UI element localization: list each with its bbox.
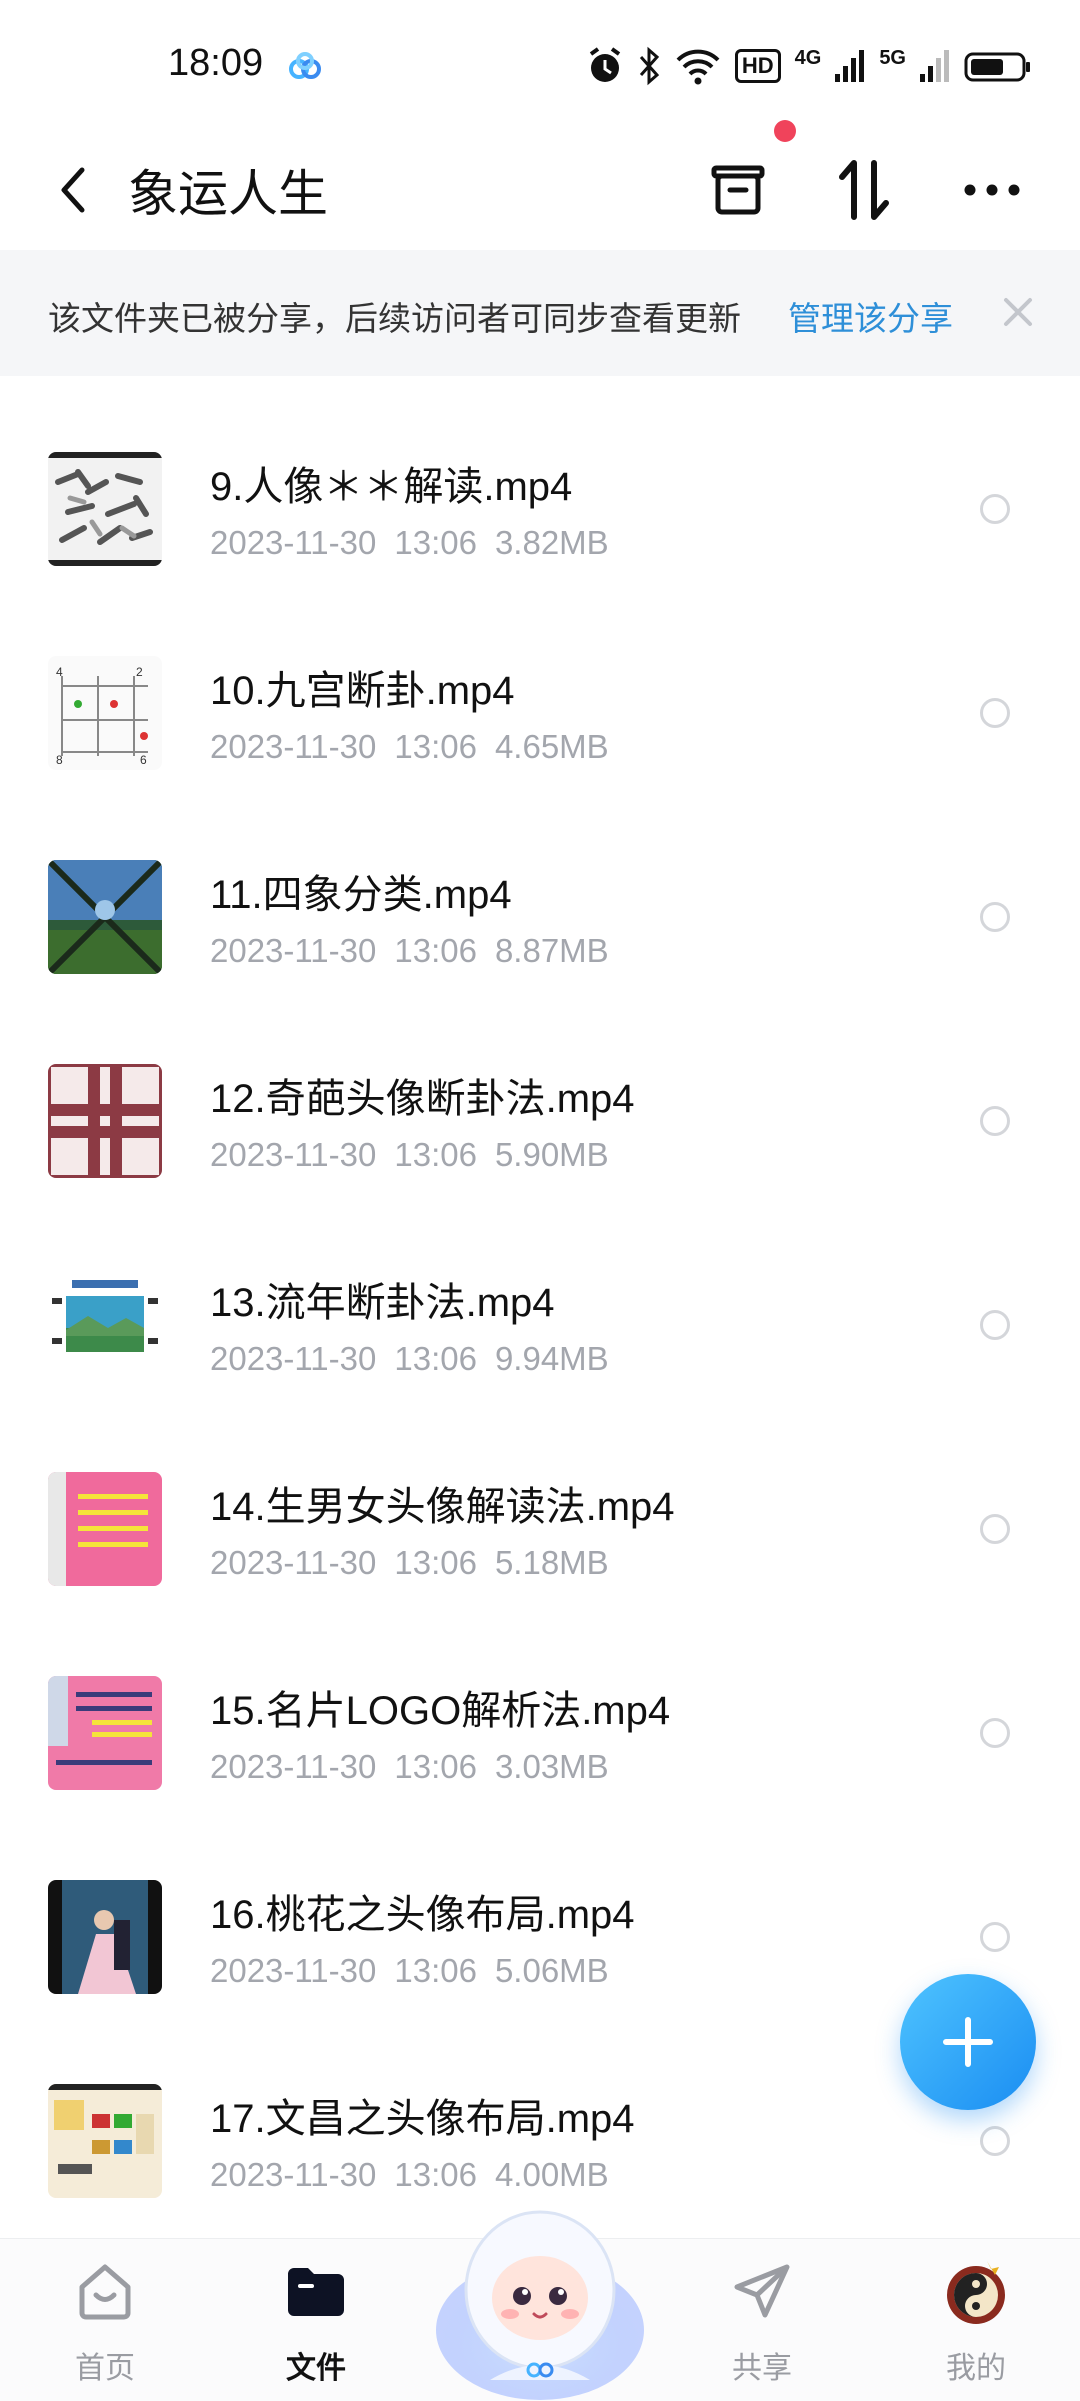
file-row[interactable]: 9.人像＊＊解读.mp4 2023-11-30 13:06 3.82MB (0, 376, 1080, 580)
video-thumbnail (48, 1880, 162, 1994)
share-banner-text: 该文件夹已被分享，后续访问者可同步查看更新 (48, 300, 741, 337)
video-thumbnail (48, 1676, 162, 1790)
battery-icon (964, 52, 1030, 82)
file-name: 13.流年断卦法.mp4 (210, 1281, 555, 1325)
paper-plane-icon (734, 2264, 790, 2318)
add-fab-button[interactable] (900, 1974, 1036, 2110)
sort-button[interactable] (826, 152, 902, 228)
file-row[interactable]: 15.名片LOGO解析法.mp4 2023-11-30 13:06 3.03MB (0, 1600, 1080, 1804)
file-meta: 2023-11-30 13:06 4.65MB (210, 728, 609, 765)
transfer-list-button[interactable] (700, 152, 776, 228)
top-app-bar: 象运人生 (0, 130, 1080, 250)
nav-share-label: 共享 (732, 2352, 792, 2385)
nav-home-label: 首页 (75, 2352, 135, 2385)
select-checkbox[interactable] (980, 1106, 1010, 1136)
nav-share[interactable]: 共享 (692, 2257, 832, 2397)
inbox-icon (711, 165, 765, 215)
file-row[interactable]: 4 2 8 6 10.九宫断卦.mp4 2023-11-30 13:06 4.65MB (0, 580, 1080, 784)
video-thumbnail (48, 860, 162, 974)
nav-home[interactable]: 首页 (35, 2257, 175, 2397)
file-name: 17.文昌之头像布局.mp4 (210, 2097, 635, 2141)
back-arrow-icon[interactable] (48, 160, 100, 220)
plus-icon (943, 2017, 993, 2067)
video-thumbnail: 4 2 8 6 (48, 656, 162, 770)
file-meta: 2023-11-30 13:06 5.18MB (210, 1544, 609, 1581)
more-options-button[interactable] (954, 152, 1030, 228)
svg-text:2: 2 (136, 665, 143, 679)
nav-me[interactable]: 我的 (906, 2257, 1046, 2397)
bluetooth-icon (639, 46, 659, 86)
file-meta: 2023-11-30 13:06 5.06MB (210, 1952, 609, 1989)
video-thumbnail (48, 1268, 162, 1382)
wifi-icon (676, 49, 720, 85)
svg-text:8: 8 (56, 753, 63, 767)
video-thumbnail (48, 1472, 162, 1586)
video-thumbnail (48, 2084, 162, 2198)
signal-icon (835, 50, 865, 82)
svg-text:6: 6 (140, 753, 147, 767)
home-icon (79, 2264, 131, 2320)
select-checkbox[interactable] (980, 1310, 1010, 1340)
close-icon[interactable] (996, 286, 1040, 336)
file-name: 9.人像＊＊解读.mp4 (210, 465, 573, 509)
video-thumbnail (48, 452, 162, 566)
nav-files[interactable]: 文件 (246, 2257, 386, 2397)
status-time: 18:09 (168, 42, 264, 84)
video-thumbnail (48, 1064, 162, 1178)
file-meta: 2023-11-30 13:06 5.90MB (210, 1136, 609, 1173)
file-row[interactable]: 12.奇葩头像断卦法.mp4 2023-11-30 13:06 5.90MB (0, 988, 1080, 1192)
notification-badge (774, 120, 796, 142)
manage-share-link[interactable]: 管理该分享 (788, 292, 953, 340)
file-name: 10.九宫断卦.mp4 (210, 669, 515, 713)
share-banner: 该文件夹已被分享，后续访问者可同步查看更新 管理该分享 (0, 250, 1080, 376)
sort-arrows-icon (839, 160, 889, 220)
select-checkbox[interactable] (980, 1922, 1010, 1952)
file-meta: 2023-11-30 13:06 3.03MB (210, 1748, 609, 1785)
assistant-mascot-icon[interactable] (430, 2180, 650, 2400)
more-dots-icon (964, 184, 1020, 196)
hd-indicator: HD (734, 49, 781, 83)
status-bar: 18:09 HD 4G 5G (0, 0, 1080, 130)
avatar (947, 2261, 1005, 2324)
file-name: 12.奇葩头像断卦法.mp4 (210, 1077, 635, 1121)
signal-icon-2 (920, 50, 949, 82)
file-row[interactable]: 16.桃花之头像布局.mp4 2023-11-30 13:06 5.06MB (0, 1804, 1080, 2008)
network-4g-label: 4G (794, 46, 822, 69)
nav-me-label: 我的 (946, 2352, 1006, 2385)
file-meta: 2023-11-30 13:06 3.82MB (210, 524, 609, 561)
app-notification-icon (289, 52, 321, 79)
file-row[interactable]: 13.流年断卦法.mp4 2023-11-30 13:06 9.94MB (0, 1192, 1080, 1396)
file-name: 11.四象分类.mp4 (210, 873, 512, 917)
file-name: 16.桃花之头像布局.mp4 (210, 1893, 635, 1937)
network-5g-label: 5G (879, 46, 906, 69)
folder-icon (288, 2268, 344, 2316)
select-checkbox[interactable] (980, 2126, 1010, 2156)
file-name: 15.名片LOGO解析法.mp4 (210, 1689, 671, 1733)
file-row[interactable]: 11.四象分类.mp4 2023-11-30 13:06 8.87MB (0, 784, 1080, 988)
nav-files-label: 文件 (286, 2352, 346, 2385)
select-checkbox[interactable] (980, 1718, 1010, 1748)
select-checkbox[interactable] (980, 902, 1010, 932)
select-checkbox[interactable] (980, 1514, 1010, 1544)
select-checkbox[interactable] (980, 494, 1010, 524)
svg-text:4: 4 (56, 665, 63, 679)
page-title: 象运人生 (128, 166, 328, 222)
select-checkbox[interactable] (980, 698, 1010, 728)
file-meta: 2023-11-30 13:06 9.94MB (210, 1340, 609, 1377)
alarm-icon (589, 47, 621, 82)
file-name: 14.生男女头像解读法.mp4 (210, 1485, 675, 1529)
file-meta: 2023-11-30 13:06 8.87MB (210, 932, 609, 969)
file-row[interactable]: 14.生男女头像解读法.mp4 2023-11-30 13:06 5.18MB (0, 1396, 1080, 1600)
